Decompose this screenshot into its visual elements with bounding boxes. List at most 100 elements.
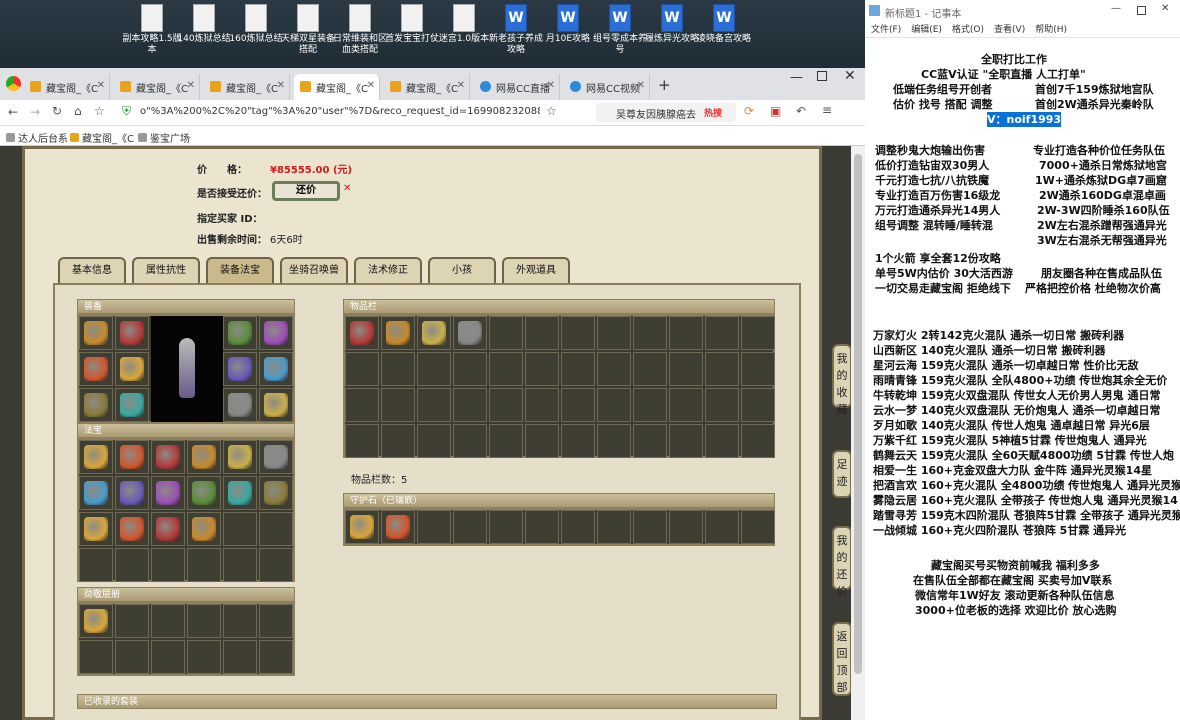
- fabao-item-icon[interactable]: [192, 445, 216, 469]
- notepad-menu-item[interactable]: 格式(O): [952, 25, 984, 35]
- fabao-slot[interactable]: [79, 440, 113, 474]
- bag-item-icon[interactable]: [350, 321, 374, 345]
- fabao-item-icon[interactable]: [120, 445, 144, 469]
- bag-slot[interactable]: [381, 424, 415, 458]
- browser-tab[interactable]: 藏宝阁_《C ✕: [294, 74, 380, 100]
- url-field[interactable]: o"%3A%200%2C%20"tag"%3A%20"user"%7D&reco…: [140, 106, 540, 117]
- guard-item-icon[interactable]: [386, 515, 410, 539]
- desktop-icon[interactable]: 首发宝宝打仗: [382, 4, 442, 45]
- side-button[interactable]: 足迹: [832, 450, 852, 498]
- equip-slot[interactable]: [259, 352, 293, 386]
- desktop-icon[interactable]: W 凌晓备宫攻略: [694, 4, 754, 45]
- fabao-slot[interactable]: [115, 476, 149, 510]
- equip-slot[interactable]: [79, 316, 113, 350]
- browser-tab[interactable]: 网易CC视频 ✕: [564, 74, 650, 100]
- bag-slot[interactable]: [489, 388, 523, 422]
- fabao-item-icon[interactable]: [156, 517, 180, 541]
- bag-slot[interactable]: [561, 316, 595, 350]
- bag-slot[interactable]: [741, 352, 775, 386]
- bag-slot[interactable]: [597, 424, 631, 458]
- fabao-slot[interactable]: [259, 512, 293, 546]
- fabao-slot[interactable]: [259, 476, 293, 510]
- desktop-icon[interactable]: 迷宫1.0版本: [434, 4, 494, 45]
- bag-slot[interactable]: [489, 352, 523, 386]
- badge-slot[interactable]: [115, 604, 149, 638]
- fabao-slot[interactable]: [79, 512, 113, 546]
- notepad-maximize-icon[interactable]: [1137, 6, 1146, 15]
- browser-tab[interactable]: 网易CC直播 ✕: [474, 74, 560, 100]
- fabao-slot[interactable]: [115, 512, 149, 546]
- bag-item-icon[interactable]: [386, 321, 410, 345]
- new-tab-button[interactable]: +: [658, 76, 671, 94]
- bag-slot[interactable]: [705, 388, 739, 422]
- star-icon[interactable]: ☆: [94, 104, 105, 118]
- undo-icon[interactable]: ↶: [796, 104, 806, 118]
- bag-item-icon[interactable]: [422, 321, 446, 345]
- bag-slot[interactable]: [417, 424, 451, 458]
- bag-slot[interactable]: [669, 316, 703, 350]
- equip-slot[interactable]: [259, 388, 293, 422]
- desktop-icon[interactable]: 天梯双星装备搭配: [278, 4, 338, 56]
- fabao-slot[interactable]: [79, 476, 113, 510]
- badge-slot[interactable]: [79, 640, 113, 674]
- equip-slot[interactable]: [79, 388, 113, 422]
- bag-slot[interactable]: [525, 424, 559, 458]
- bag-slot[interactable]: [345, 352, 379, 386]
- equip-item-icon[interactable]: [120, 357, 144, 381]
- bag-slot[interactable]: [633, 388, 667, 422]
- badge-slot[interactable]: [187, 640, 221, 674]
- fabao-item-icon[interactable]: [228, 445, 252, 469]
- bag-slot[interactable]: [525, 352, 559, 386]
- side-button[interactable]: 我的还价: [832, 526, 852, 598]
- guard-slot[interactable]: [597, 510, 631, 544]
- bag-slot[interactable]: [381, 352, 415, 386]
- menu-icon[interactable]: ≡: [822, 103, 832, 117]
- detail-tab[interactable]: 基本信息: [58, 257, 126, 283]
- equip-slot[interactable]: [223, 388, 257, 422]
- browser-tab[interactable]: 藏宝阁_《C ✕: [24, 74, 110, 100]
- desktop-icon[interactable]: W 新老孩子养成攻略: [486, 4, 546, 56]
- notepad-menu-item[interactable]: 编辑(E): [911, 25, 942, 35]
- fabao-slot[interactable]: [151, 512, 185, 546]
- fabao-item-icon[interactable]: [228, 481, 252, 505]
- bag-slot[interactable]: [597, 316, 631, 350]
- side-button[interactable]: 返回顶部: [832, 622, 852, 696]
- equip-item-icon[interactable]: [84, 357, 108, 381]
- guard-slot[interactable]: [561, 510, 595, 544]
- forward-icon[interactable]: →: [30, 105, 40, 119]
- badge-slot[interactable]: [151, 604, 185, 638]
- fabao-item-icon[interactable]: [264, 445, 288, 469]
- window-close-icon[interactable]: ✕: [844, 68, 856, 84]
- bag-slot[interactable]: [345, 316, 379, 350]
- close-bargain-icon[interactable]: ✕: [343, 183, 351, 194]
- fabao-slot[interactable]: [151, 476, 185, 510]
- guard-item-icon[interactable]: [350, 515, 374, 539]
- bag-slot[interactable]: [381, 388, 415, 422]
- bag-slot[interactable]: [525, 388, 559, 422]
- desktop-icon[interactable]: W 组号零成本养号: [590, 4, 650, 56]
- equip-item-icon[interactable]: [264, 393, 288, 417]
- badge-slot[interactable]: [223, 640, 257, 674]
- bag-slot[interactable]: [741, 424, 775, 458]
- fabao-item-icon[interactable]: [84, 481, 108, 505]
- fabao-slot[interactable]: [115, 548, 149, 582]
- badge-slot[interactable]: [151, 640, 185, 674]
- bargain-button[interactable]: 还价: [272, 181, 340, 201]
- bookmark-star-icon[interactable]: ☆: [546, 104, 557, 118]
- bag-slot[interactable]: [453, 316, 487, 350]
- bag-slot[interactable]: [669, 352, 703, 386]
- badge-slot[interactable]: [259, 640, 293, 674]
- fabao-slot[interactable]: [79, 548, 113, 582]
- browser-tab[interactable]: 藏宝阁_《C ✕: [114, 74, 200, 100]
- fabao-item-icon[interactable]: [84, 517, 108, 541]
- fabao-slot[interactable]: [187, 512, 221, 546]
- equip-item-icon[interactable]: [228, 393, 252, 417]
- fabao-slot[interactable]: [151, 440, 185, 474]
- desktop-icon[interactable]: W 履炼异光攻略: [642, 4, 702, 45]
- sync-icon[interactable]: ⟳: [744, 104, 754, 118]
- fabao-slot[interactable]: [259, 440, 293, 474]
- browser-logo-icon[interactable]: [6, 76, 21, 91]
- notepad-minimize-icon[interactable]: —: [1111, 3, 1121, 14]
- bag-slot[interactable]: [453, 388, 487, 422]
- bag-slot[interactable]: [525, 316, 559, 350]
